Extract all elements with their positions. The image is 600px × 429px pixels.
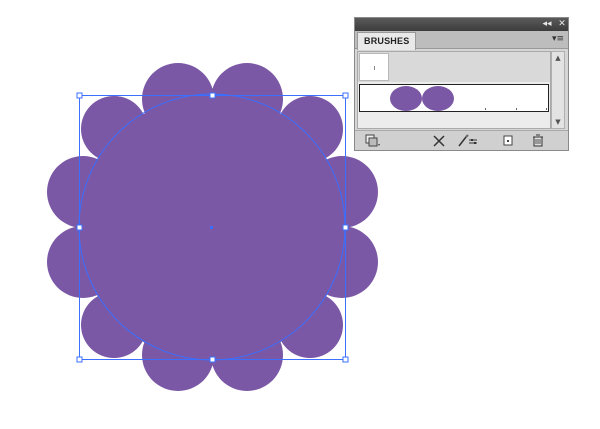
brush-mark xyxy=(374,66,375,70)
close-icon[interactable]: ✕ xyxy=(556,18,568,31)
collapse-icon[interactable]: ◂◂ xyxy=(541,18,553,31)
tab-brushes[interactable]: BRUSHES xyxy=(357,32,417,50)
panel-titlebar[interactable]: ◂◂ ✕ xyxy=(355,18,568,31)
trash-icon xyxy=(533,134,543,147)
brush-tick xyxy=(516,108,517,110)
panel-scrollbar[interactable]: ▲ ▼ xyxy=(551,51,565,129)
brush-libraries-menu-button[interactable] xyxy=(365,133,381,148)
brush-tick xyxy=(485,108,486,110)
handle-top-right[interactable] xyxy=(342,92,349,99)
brushes-panel: ◂◂ ✕ BRUSHES ▾≡ ▲ ▼ xyxy=(354,17,569,151)
scroll-up-icon[interactable]: ▲ xyxy=(552,53,564,63)
brush-preview-dot xyxy=(422,86,454,111)
brush-row-selected[interactable] xyxy=(359,84,549,112)
handle-top-left[interactable] xyxy=(76,92,83,99)
center-point xyxy=(210,226,213,229)
library-icon xyxy=(365,134,380,147)
panel-bottombar xyxy=(355,130,568,150)
handle-bottom-center[interactable] xyxy=(209,356,216,363)
scroll-down-icon[interactable]: ▼ xyxy=(552,117,564,127)
handle-top-center[interactable] xyxy=(209,92,216,99)
delete-brush-button[interactable] xyxy=(530,133,546,148)
handle-bottom-right[interactable] xyxy=(342,356,349,363)
handle-middle-left[interactable] xyxy=(76,224,83,231)
handle-bottom-left[interactable] xyxy=(76,356,83,363)
handle-middle-right[interactable] xyxy=(342,224,349,231)
panel-menu-icon[interactable]: ▾≡ xyxy=(551,32,565,46)
panel-tabbar: BRUSHES ▾≡ xyxy=(355,31,568,50)
brush-options-button[interactable] xyxy=(457,133,477,148)
brush-thumbnail[interactable] xyxy=(359,53,389,81)
brush-options-icon xyxy=(458,134,477,147)
brush-preview-dot xyxy=(390,86,422,111)
remove-stroke-icon xyxy=(433,135,445,147)
brush-row[interactable] xyxy=(358,52,550,82)
remove-brush-stroke-button[interactable] xyxy=(431,133,447,148)
new-icon xyxy=(503,135,513,146)
brush-list xyxy=(357,51,551,129)
new-brush-button[interactable] xyxy=(500,133,516,148)
brush-tick xyxy=(546,108,547,110)
